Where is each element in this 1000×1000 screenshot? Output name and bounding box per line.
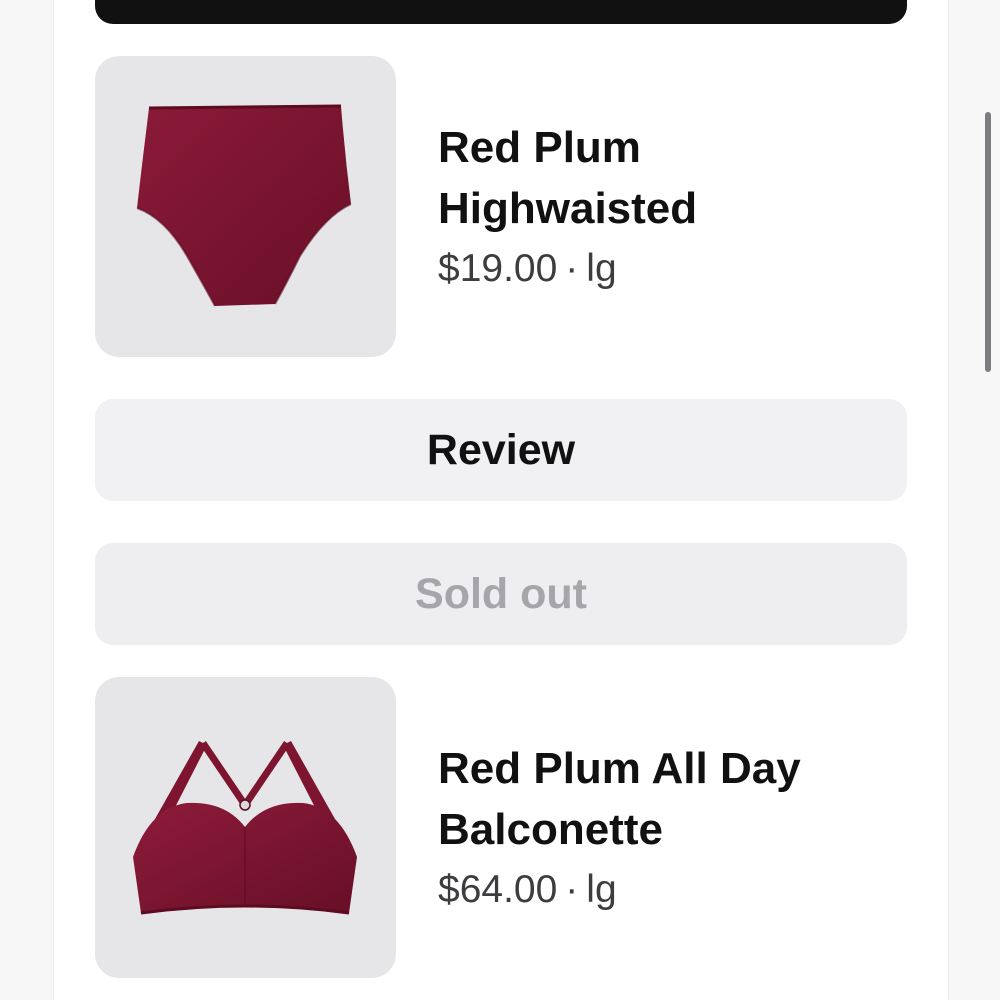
separator: ·: [565, 246, 579, 290]
item-size: lg: [586, 867, 617, 911]
brief-icon: [136, 104, 352, 307]
item-name-line1: Red Plum All Day: [438, 743, 801, 793]
order-page: Red Plum Highwaisted $19.00 · lg Review So…: [0, 0, 1000, 1000]
bra-icon: [133, 741, 357, 915]
item-name-line1: Red Plum: [438, 122, 641, 172]
scrollbar[interactable]: [985, 112, 991, 372]
list-item[interactable]: Red Plum All Day Balconette $64.00 · lg: [95, 677, 907, 979]
item-info: Red Plum All Day Balconette $64.00 · lg: [438, 677, 898, 978]
list-item[interactable]: Red Plum Highwaisted $19.00 · lg: [95, 56, 907, 358]
product-image-balconette[interactable]: [95, 677, 396, 978]
item-meta: $64.00 · lg: [438, 862, 898, 918]
item-name[interactable]: Red Plum Highwaisted: [438, 117, 898, 239]
item-name[interactable]: Red Plum All Day Balconette: [438, 738, 898, 860]
item-meta: $19.00 · lg: [438, 241, 898, 297]
sold-out-button: Sold out: [95, 543, 907, 645]
item-price: $19.00: [438, 246, 558, 290]
item-name-line2: Balconette: [438, 804, 663, 854]
top-action-button[interactable]: [95, 0, 907, 24]
item-price: $64.00: [438, 867, 558, 911]
item-info: Red Plum Highwaisted $19.00 · lg: [438, 56, 898, 357]
item-name-line2: Highwaisted: [438, 183, 698, 233]
review-button[interactable]: Review: [95, 399, 907, 501]
separator: ·: [565, 867, 579, 911]
item-size: lg: [586, 246, 617, 290]
product-image-highwaisted[interactable]: [95, 56, 396, 357]
